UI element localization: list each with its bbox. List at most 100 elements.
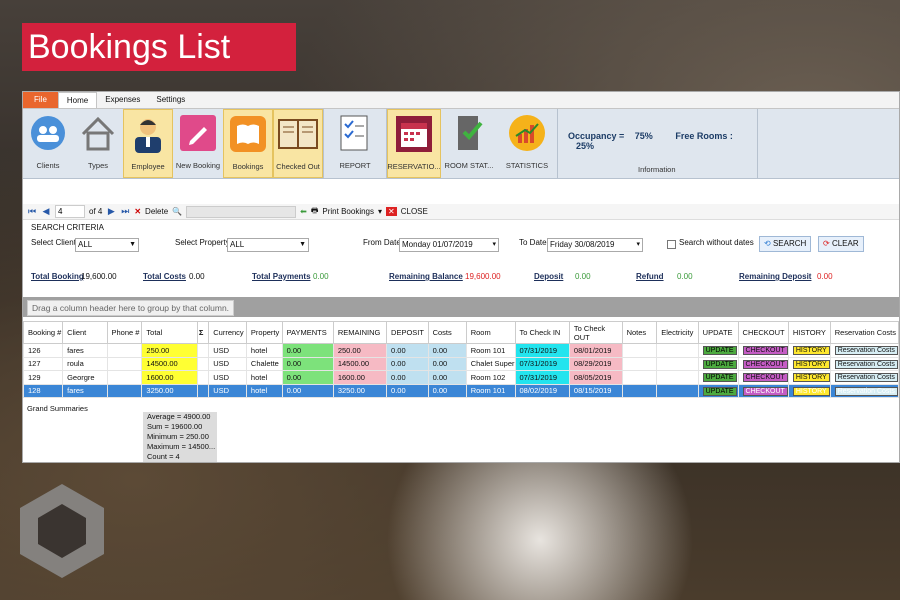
checkout_btn-button[interactable]: CHECKOUT xyxy=(742,346,788,356)
prev-record-icon[interactable]: ◀ xyxy=(41,206,51,217)
table-cell: 08/02/2019 xyxy=(514,383,570,398)
new-booking-button[interactable]: New Booking xyxy=(173,109,223,178)
dropdown-arrow-icon[interactable]: ▾ xyxy=(378,207,382,216)
checked-out-button[interactable]: Checked Out xyxy=(273,109,323,178)
table-cell: 3250.00 xyxy=(141,383,198,398)
bookings-button[interactable]: Bookings xyxy=(223,109,273,178)
table-cell[interactable]: CHECKOUT xyxy=(737,343,789,358)
col-check-out[interactable]: To Check OUT xyxy=(568,321,623,344)
clear-button[interactable]: ⟳ CLEAR xyxy=(818,236,864,252)
table-cell[interactable]: UPDATE xyxy=(697,370,739,385)
col-phone[interactable]: Phone # xyxy=(106,321,143,344)
table-cell[interactable]: HISTORY xyxy=(787,383,831,398)
table-cell[interactable]: HISTORY xyxy=(787,343,831,358)
refresh-icon[interactable]: ⬅ xyxy=(300,207,307,216)
table-cell[interactable]: Reservation Costs xyxy=(829,370,900,385)
next-record-icon[interactable]: ▶ xyxy=(106,206,116,217)
clients-button[interactable]: Clients xyxy=(23,109,73,178)
table-cell[interactable]: Reservation Costs xyxy=(829,343,900,358)
checkout_btn-button[interactable]: CHECKOUT xyxy=(742,373,788,383)
col-notes[interactable]: Notes xyxy=(621,321,658,344)
table-row[interactable]: 129 Georgre 1600.00 USD hotel 0.00 1600.00 0.00… xyxy=(22,370,900,385)
table-cell xyxy=(656,370,699,385)
record-number-input[interactable] xyxy=(55,205,85,218)
tab-home[interactable]: Home xyxy=(57,92,98,108)
res-button[interactable]: Reservation Costs xyxy=(834,373,898,383)
col-currency[interactable]: Currency xyxy=(208,321,247,344)
col-deposit[interactable]: DEPOSIT xyxy=(386,321,429,344)
to-date-picker[interactable]: Friday 30/08/2019 ▾ xyxy=(547,238,643,252)
res-button[interactable]: Reservation Costs xyxy=(834,346,898,356)
table-cell[interactable]: CHECKOUT xyxy=(737,356,789,371)
update-button[interactable]: UPDATE xyxy=(702,373,737,383)
client-select[interactable]: ALL ▼ xyxy=(75,238,139,252)
delete-icon[interactable]: ✕ xyxy=(134,207,141,216)
checkout_btn-button[interactable]: CHECKOUT xyxy=(742,386,788,396)
tab-expenses[interactable]: Expenses xyxy=(97,92,148,108)
table-cell[interactable]: UPDATE xyxy=(697,343,739,358)
res-button[interactable]: Reservation Costs xyxy=(834,359,898,369)
history-button[interactable]: HISTORY xyxy=(792,373,830,383)
remaining-deposit-value: 0.00 xyxy=(817,272,833,281)
first-record-icon[interactable]: ⏮ xyxy=(27,206,37,217)
tab-file[interactable]: File xyxy=(23,92,58,108)
table-cell[interactable]: UPDATE xyxy=(697,383,739,398)
history-button[interactable]: HISTORY xyxy=(792,359,830,369)
table-row[interactable]: 126 fares 250.00 USD hotel 0.00 250.00 0.00 0.00… xyxy=(22,343,900,358)
delete-button[interactable]: Delete xyxy=(145,207,168,216)
res-button[interactable]: Reservation Costs xyxy=(834,386,898,396)
table-cell xyxy=(621,343,658,358)
col-update[interactable]: UPDATE xyxy=(697,321,739,344)
filter-input[interactable] xyxy=(186,205,297,218)
table-cell[interactable]: CHECKOUT xyxy=(737,383,789,398)
update-button[interactable]: UPDATE xyxy=(702,386,737,396)
from-date-picker[interactable]: Monday 01/07/2019 ▾ xyxy=(399,238,499,252)
table-cell[interactable]: Reservation Costs xyxy=(829,383,900,398)
col-check-in[interactable]: To Check IN xyxy=(514,321,570,344)
table-cell[interactable]: CHECKOUT xyxy=(737,370,789,385)
employee-button[interactable]: Employee xyxy=(123,109,173,178)
col-reservation-costs[interactable]: Reservation Costs xyxy=(829,321,900,344)
search-criteria-row: Select Client ALL ▼ Select Property ALL ▼ … xyxy=(23,236,899,254)
table-cell[interactable]: Reservation Costs xyxy=(829,356,900,371)
col-property[interactable]: Property xyxy=(245,321,283,344)
reservations-button[interactable]: RESERVATIO... xyxy=(387,109,441,178)
table-row[interactable]: 128 fares 3250.00 USD hotel 0.00 3250.00 0.00 0.… xyxy=(22,383,900,398)
tab-settings[interactable]: Settings xyxy=(148,92,193,108)
types-button[interactable]: Types xyxy=(73,109,123,178)
property-select[interactable]: ALL ▼ xyxy=(227,238,309,252)
col-payments[interactable]: PAYMENTS xyxy=(281,321,334,344)
table-cell[interactable]: UPDATE xyxy=(697,356,739,371)
statistics-button[interactable]: STATISTICS xyxy=(497,109,557,178)
checkout_btn-button[interactable]: CHECKOUT xyxy=(742,359,788,369)
table-cell: 128 xyxy=(22,383,64,398)
update-button[interactable]: UPDATE xyxy=(702,346,737,356)
col-costs[interactable]: Costs xyxy=(427,321,467,344)
update-button[interactable]: UPDATE xyxy=(702,359,737,369)
col-total[interactable]: Total xyxy=(141,321,198,344)
search-button[interactable]: ⟲ SEARCH xyxy=(759,236,812,252)
total-payments-value: 0.00 xyxy=(313,272,329,281)
close-icon[interactable]: ✕ xyxy=(386,207,397,216)
table-cell[interactable]: HISTORY xyxy=(787,356,831,371)
col-room[interactable]: Room xyxy=(465,321,516,344)
col-electricity[interactable]: Electricity xyxy=(656,321,699,344)
report-button[interactable]: REPORT xyxy=(324,109,386,178)
col-checkout[interactable]: CHECKOUT xyxy=(737,321,789,344)
sigma-icon[interactable]: Σ xyxy=(196,321,210,344)
last-record-icon[interactable]: ⏭ xyxy=(120,206,130,217)
without-dates-checkbox[interactable] xyxy=(667,240,676,249)
room-status-button[interactable]: ROOM STAT... xyxy=(441,109,497,178)
close-button[interactable]: CLOSE xyxy=(401,207,428,216)
history-button[interactable]: HISTORY xyxy=(792,386,830,396)
table-cell[interactable]: HISTORY xyxy=(787,370,831,385)
col-history[interactable]: HISTORY xyxy=(787,321,831,344)
col-booking-number[interactable]: Booking # xyxy=(22,321,64,344)
col-remaining[interactable]: REMAINING xyxy=(332,321,388,344)
col-client[interactable]: Client xyxy=(62,321,108,344)
group-panel[interactable]: Drag a column header here to group by th… xyxy=(23,297,899,317)
history-button[interactable]: HISTORY xyxy=(792,346,830,356)
client-label: Select Client xyxy=(31,238,76,247)
table-row[interactable]: 127 roula 14500.00 USD Chalette 0.00 14500.00 0… xyxy=(22,356,900,371)
print-bookings-button[interactable]: Print Bookings xyxy=(322,207,374,216)
